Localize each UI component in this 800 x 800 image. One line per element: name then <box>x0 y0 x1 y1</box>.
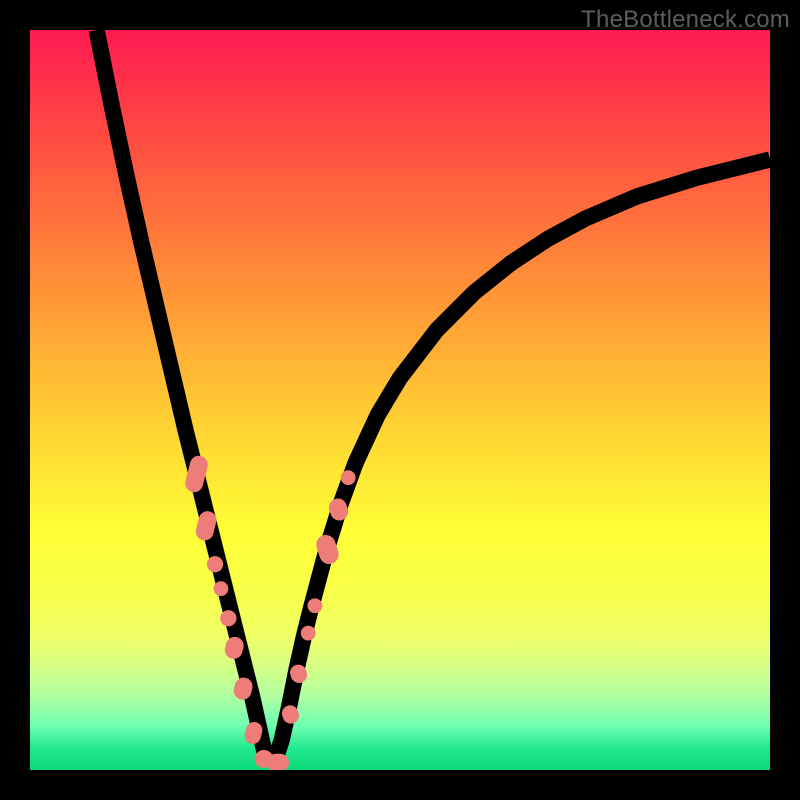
watermark-text: TheBottleneck.com <box>581 6 790 34</box>
marker-dot <box>207 556 223 572</box>
marker-dot <box>308 598 323 613</box>
right-branch-line <box>274 160 770 763</box>
chart-frame: TheBottleneck.com <box>0 0 800 800</box>
marker-pill <box>267 754 289 770</box>
plot-area <box>30 30 770 770</box>
marker-dot <box>214 581 229 596</box>
curves-svg <box>30 30 770 770</box>
marker-dot <box>301 626 316 641</box>
marker-dot <box>341 470 356 485</box>
marker-dot <box>220 610 236 626</box>
